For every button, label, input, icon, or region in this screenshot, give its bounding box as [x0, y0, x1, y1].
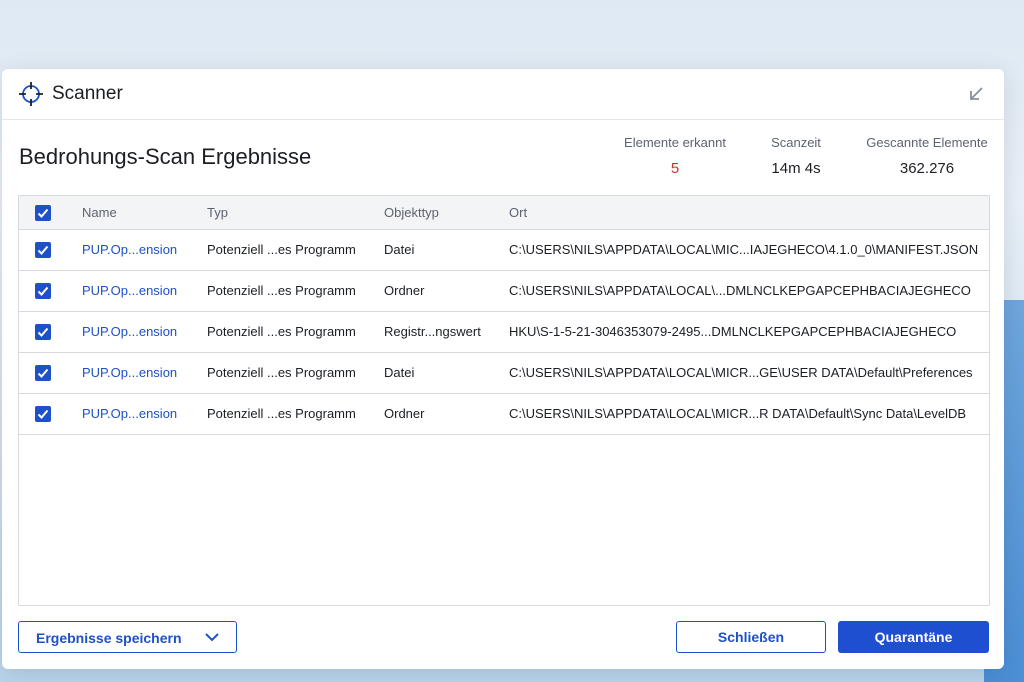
row-checkbox[interactable]: [35, 365, 51, 381]
stat-scan-time-label: Scanzeit: [771, 135, 821, 150]
save-results-label: Ergebnisse speichern: [36, 630, 182, 646]
checkmark-icon: [37, 368, 49, 378]
stat-detected-value: 5: [670, 160, 680, 177]
table-row[interactable]: PUP.Op...ension Potenziell ...es Program…: [19, 230, 989, 271]
threat-type: Potenziell ...es Programm: [207, 406, 356, 421]
page-title: Bedrohungs-Scan Ergebnisse: [19, 144, 312, 169]
threat-name-link[interactable]: PUP.Op...ension: [82, 406, 177, 421]
quarantine-button[interactable]: Quarantäne: [838, 621, 989, 653]
app-title: Scanner: [52, 83, 123, 104]
row-checkbox[interactable]: [35, 242, 51, 258]
location-path: C:\USERS\NILS\APPDATA\LOCAL\...DMLNCLKEP…: [509, 283, 971, 298]
column-header-object-type[interactable]: Objekttyp: [384, 205, 439, 220]
location-path: C:\USERS\NILS\APPDATA\LOCAL\MIC...IAJEGH…: [509, 242, 979, 257]
threat-name-link[interactable]: PUP.Op...ension: [82, 365, 177, 380]
close-button[interactable]: Schließen: [676, 621, 826, 653]
threat-name-link[interactable]: PUP.Op...ension: [82, 324, 177, 339]
location-path: HKU\S-1-5-21-3046353079-2495...DMLNCLKEP…: [509, 324, 957, 339]
stat-scan-time: Scanzeit 14m 4s: [754, 135, 838, 177]
location-path: C:\USERS\NILS\APPDATA\LOCAL\MICR...R DAT…: [509, 406, 967, 421]
save-results-dropdown-button[interactable]: Ergebnisse speichern: [18, 621, 237, 653]
object-type: Datei: [384, 242, 415, 257]
scanner-window: Scanner Bedrohungs-Scan Ergebnisse Eleme…: [2, 69, 1004, 669]
threat-type: Potenziell ...es Programm: [207, 242, 356, 257]
table-row[interactable]: PUP.Op...ension Potenziell ...es Program…: [19, 394, 989, 435]
threat-type: Potenziell ...es Programm: [207, 365, 356, 380]
object-type: Ordner: [384, 283, 425, 298]
table-row[interactable]: PUP.Op...ension Potenziell ...es Program…: [19, 353, 989, 394]
checkmark-icon: [37, 409, 49, 419]
collapse-arrow-icon[interactable]: [964, 82, 988, 106]
column-header-type[interactable]: Typ: [207, 205, 228, 220]
row-checkbox[interactable]: [35, 283, 51, 299]
select-all-checkbox[interactable]: [35, 205, 51, 221]
stat-scanned: Gescannte Elemente 362.276: [860, 135, 994, 177]
threat-name-link[interactable]: PUP.Op...ension: [82, 242, 177, 257]
table-row[interactable]: PUP.Op...ension Potenziell ...es Program…: [19, 312, 989, 353]
location-path: C:\USERS\NILS\APPDATA\LOCAL\MICR...GE\US…: [509, 365, 973, 380]
stat-scan-time-value: 14m 4s: [771, 160, 821, 177]
checkmark-icon: [37, 245, 49, 255]
checkmark-icon: [37, 286, 49, 296]
row-checkbox[interactable]: [35, 406, 51, 422]
stat-detected-label: Elemente erkannt: [624, 135, 726, 150]
table-row[interactable]: PUP.Op...ension Potenziell ...es Program…: [19, 271, 989, 312]
threat-type: Potenziell ...es Programm: [207, 324, 356, 339]
title-bar: Scanner: [2, 69, 1004, 120]
table-header: Name Typ Objekttyp Ort: [19, 196, 989, 230]
object-type: Datei: [384, 365, 415, 380]
object-type: Registr...ngswert: [384, 324, 481, 339]
stat-scanned-value: 362.276: [899, 160, 955, 177]
chevron-down-icon: [205, 633, 219, 642]
crosshair-icon: [19, 82, 43, 106]
stat-detected: Elemente erkannt 5: [602, 135, 748, 177]
column-header-name[interactable]: Name: [82, 205, 117, 220]
object-type: Ordner: [384, 406, 425, 421]
column-header-location[interactable]: Ort: [509, 205, 527, 220]
row-checkbox[interactable]: [35, 324, 51, 340]
checkmark-icon: [37, 208, 49, 218]
threat-name-link[interactable]: PUP.Op...ension: [82, 283, 177, 298]
threat-type: Potenziell ...es Programm: [207, 283, 356, 298]
results-table: Name Typ Objekttyp Ort PUP.Op...ension P…: [18, 195, 990, 606]
stat-scanned-label: Gescannte Elemente: [866, 135, 988, 150]
checkmark-icon: [37, 327, 49, 337]
